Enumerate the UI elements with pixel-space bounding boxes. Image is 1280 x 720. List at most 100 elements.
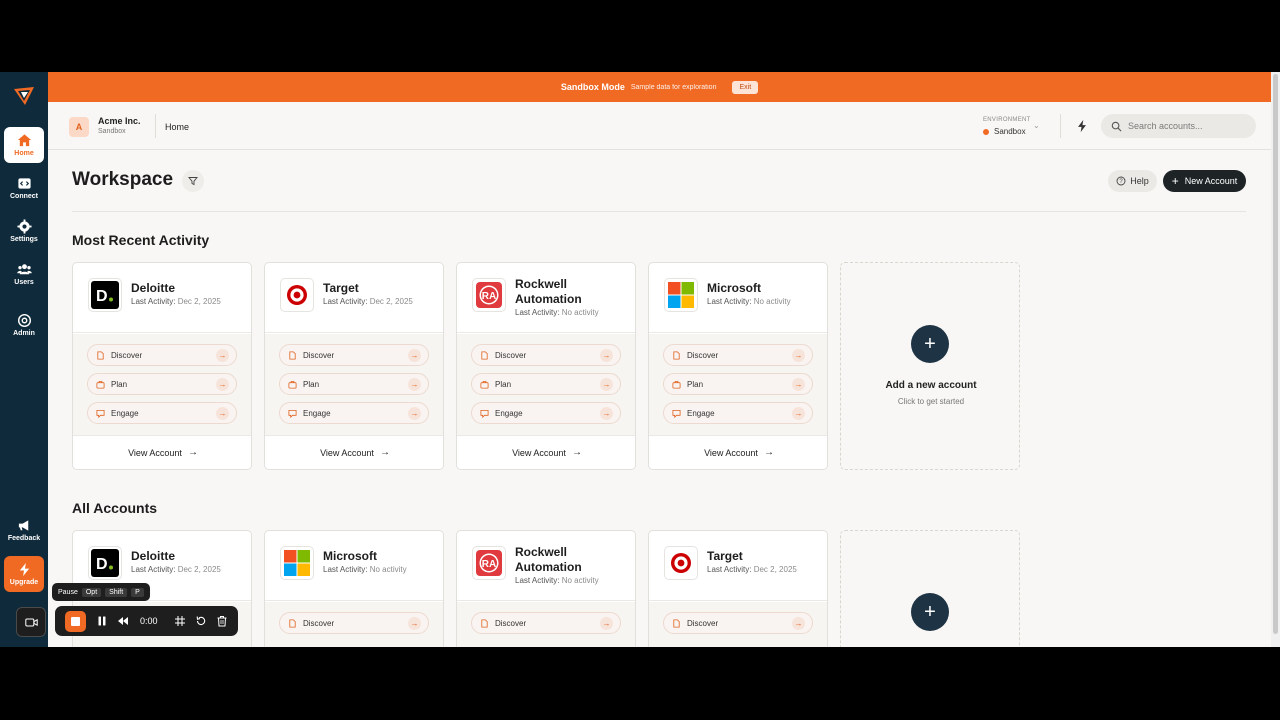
page-scrollbar[interactable] (1271, 72, 1280, 647)
account-card-target[interactable]: Target Last Activity: Dec 2, 2025 Discov… (264, 262, 444, 470)
arrow-right-icon: → (216, 349, 229, 362)
account-name[interactable]: Rockwell Automation (515, 545, 630, 575)
account-card-rockwell-automation[interactable]: RA Rockwell Automation Last Activity: No… (456, 530, 636, 647)
last-activity-label: Last Activity: (515, 308, 560, 317)
stop-icon (71, 616, 80, 626)
briefcase-icon (672, 380, 681, 389)
account-name[interactable]: Microsoft (323, 549, 438, 564)
briefcase-icon (480, 380, 489, 389)
stop-recording-button[interactable] (65, 610, 86, 632)
sidebar-item-settings[interactable]: Settings (4, 213, 44, 249)
account-card-deloitte[interactable]: D Deloitte Last Activity: Dec 2, 2025 Di… (72, 262, 252, 470)
feedback-button[interactable]: Feedback (4, 512, 44, 548)
arrow-right-icon: → (408, 617, 421, 630)
search-box[interactable] (1101, 114, 1256, 138)
engage-button[interactable]: Engage → (87, 402, 237, 424)
arrow-right-icon: → (408, 349, 421, 362)
plan-button[interactable]: Plan → (279, 373, 429, 395)
engage-button[interactable]: Engage → (279, 402, 429, 424)
rewind-icon[interactable] (117, 615, 129, 627)
discover-button[interactable]: Discover → (87, 344, 237, 366)
last-activity-value: Dec 2, 2025 (369, 297, 413, 306)
breadcrumb[interactable]: Home (165, 122, 189, 132)
pause-icon[interactable] (96, 615, 108, 627)
code-icon (17, 178, 31, 189)
plan-button[interactable]: Plan → (663, 373, 813, 395)
arrow-right-icon: → (187, 447, 198, 458)
view-account-button[interactable]: View Account → (649, 435, 827, 469)
chat-icon (288, 409, 297, 418)
add-account-card[interactable]: + (840, 530, 1020, 647)
help-button[interactable]: ? Help (1108, 170, 1157, 192)
account-name[interactable]: Microsoft (707, 281, 822, 296)
filter-button[interactable] (182, 170, 204, 192)
quick-actions-bolt-icon[interactable] (1075, 119, 1089, 133)
discover-button[interactable]: Discover → (663, 344, 813, 366)
arrow-right-icon: → (571, 447, 582, 458)
scrollbar-thumb[interactable] (1273, 74, 1278, 634)
new-account-button[interactable]: + New Account (1163, 170, 1246, 192)
last-activity-label: Last Activity: (131, 565, 176, 574)
account-card-microsoft[interactable]: Microsoft Last Activity: No activity Dis… (648, 262, 828, 470)
upgrade-button[interactable]: Upgrade (4, 556, 44, 592)
chevron-down-icon[interactable]: ⌄ (1033, 121, 1040, 130)
account-name[interactable]: Deloitte (131, 549, 246, 564)
divider (72, 211, 1246, 212)
card-actions: Discover → Plan → Engage → (73, 334, 251, 435)
org-avatar[interactable]: A (69, 117, 89, 137)
shortcut-key: Opt (81, 587, 102, 597)
environment-selector[interactable]: Sandbox (983, 127, 1026, 136)
account-name[interactable]: Target (323, 281, 438, 296)
account-card-microsoft[interactable]: Microsoft Last Activity: No activity Dis… (264, 530, 444, 647)
account-name[interactable]: Target (707, 549, 822, 564)
recording-timer: 0:00 (140, 616, 158, 626)
action-label: Plan (687, 379, 704, 389)
exit-sandbox-button[interactable]: Exit (732, 80, 759, 94)
discover-button[interactable]: Discover → (471, 344, 621, 366)
search-input[interactable] (1128, 121, 1248, 131)
engage-button[interactable]: Engage → (471, 402, 621, 424)
feedback-label: Feedback (7, 535, 41, 542)
sidebar-item-connect[interactable]: Connect (4, 170, 44, 206)
account-name[interactable]: Rockwell Automation (515, 277, 630, 307)
megaphone-icon (18, 520, 28, 531)
sidebar-item-users[interactable]: Users (4, 256, 44, 292)
plan-button[interactable]: Plan → (87, 373, 237, 395)
view-account-label: View Account (128, 447, 182, 458)
view-account-button[interactable]: View Account → (73, 435, 251, 469)
arrow-right-icon: → (792, 349, 805, 362)
arrow-right-icon: → (792, 617, 805, 630)
plan-button[interactable]: Plan → (471, 373, 621, 395)
sidebar-item-admin[interactable]: Admin (4, 307, 44, 343)
account-card-target[interactable]: Target Last Activity: Dec 2, 2025 Discov… (648, 530, 828, 647)
view-account-button[interactable]: View Account → (457, 435, 635, 469)
restart-icon[interactable] (195, 615, 207, 627)
discover-button[interactable]: Discover → (663, 612, 813, 634)
add-plus-icon[interactable]: + (911, 593, 949, 631)
account-card-rockwell-automation[interactable]: RA Rockwell Automation Last Activity: No… (456, 262, 636, 470)
environment-label: ENVIRONMENT (983, 117, 1031, 123)
arrow-right-icon: → (792, 378, 805, 391)
tooltip-label: Pause (58, 588, 78, 596)
plus-icon: + (1171, 174, 1179, 188)
discover-button[interactable]: Discover → (279, 612, 429, 634)
org-name[interactable]: Acme Inc. (98, 116, 141, 126)
divider (155, 114, 156, 138)
action-label: Engage (687, 408, 715, 418)
add-plus-icon[interactable]: + (911, 325, 949, 363)
view-account-button[interactable]: View Account → (265, 435, 443, 469)
grid-icon[interactable] (174, 615, 186, 627)
trash-icon[interactable] (216, 615, 228, 627)
account-name[interactable]: Deloitte (131, 281, 246, 296)
brand-logo-icon[interactable] (12, 84, 36, 108)
last-activity: Last Activity: Dec 2, 2025 (131, 297, 221, 306)
add-account-card[interactable]: + Add a new account Click to get started (840, 262, 1020, 470)
engage-button[interactable]: Engage → (663, 402, 813, 424)
discover-button[interactable]: Discover → (279, 344, 429, 366)
card-header: D Deloitte Last Activity: Dec 2, 2025 (73, 263, 251, 333)
card-header: RA Rockwell Automation Last Activity: No… (457, 531, 635, 601)
discover-button[interactable]: Discover → (471, 612, 621, 634)
camera-toggle-button[interactable] (16, 607, 46, 637)
document-icon (481, 350, 488, 360)
sidebar-item-home[interactable]: Home (4, 127, 44, 163)
